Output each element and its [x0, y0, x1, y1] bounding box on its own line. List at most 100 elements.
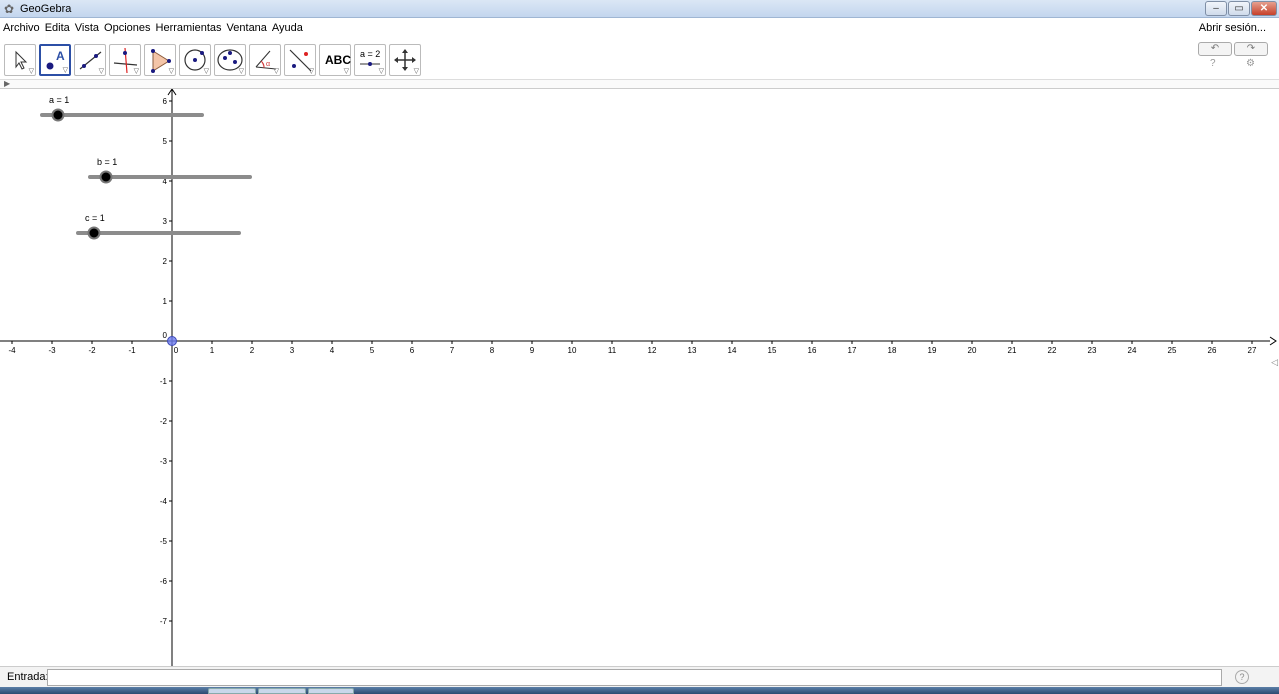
taskbar-item[interactable]	[258, 688, 306, 694]
y-tick-label: 2	[163, 257, 168, 266]
move-tool[interactable]: ▽	[4, 44, 36, 76]
y-tick-label: -1	[160, 377, 168, 386]
coordinate-plane[interactable]: -4 -3 -2 -1 0 1 2 3 4 5 6 7 8 9 10 11 12 13 14 15 16 17 18 19 20…	[0, 89, 1279, 666]
view-dock-bar[interactable]: ▶	[0, 79, 1279, 89]
point-tool[interactable]: A ▽	[39, 44, 71, 76]
y-tick-label: -4	[160, 497, 168, 506]
x-tick-label: 5	[370, 346, 375, 355]
x-tick-label: 18	[888, 346, 897, 355]
x-tick-label: 9	[530, 346, 535, 355]
toolbar: ▽ A ▽ ▽ ▽ ▽ ▽ ▽ α ▽ ▽ ABC ▽ a = 2 ▽ ▽ ↶ ↷ ?…	[0, 38, 1279, 80]
input-field[interactable]	[47, 669, 1222, 686]
graphics-view[interactable]: -4 -3 -2 -1 0 1 2 3 4 5 6 7 8 9 10 11 12 13 14 15 16 17 18 19 20…	[0, 89, 1279, 666]
x-tick-label: 22	[1048, 346, 1057, 355]
x-tick-label: 24	[1128, 346, 1137, 355]
x-axis-arrow-icon	[1269, 336, 1277, 346]
dock-arrow-icon: ▶	[4, 79, 11, 88]
slider-knob[interactable]	[51, 108, 65, 122]
menu-ayuda[interactable]: Ayuda	[272, 19, 303, 38]
y-tick-label: 5	[163, 137, 168, 146]
input-help-icon[interactable]: ?	[1235, 670, 1249, 684]
close-button[interactable]: ✕	[1251, 1, 1277, 16]
input-bar: Entrada: ?	[0, 666, 1279, 687]
x-tick-label: 19	[928, 346, 937, 355]
x-tick-label: 20	[968, 346, 977, 355]
svg-text:A: A	[56, 49, 65, 63]
x-tick-label: 27	[1248, 346, 1257, 355]
x-tick-label: 21	[1008, 346, 1017, 355]
settings-icon[interactable]: ⚙	[1246, 58, 1255, 69]
menu-opciones[interactable]: Opciones	[104, 19, 150, 38]
circle-tool[interactable]: ▽	[179, 44, 211, 76]
input-label: Entrada:	[7, 671, 49, 683]
ellipse-tool[interactable]: ▽	[214, 44, 246, 76]
x-tick-label: 2	[250, 346, 255, 355]
slider-label: a = 1	[49, 95, 69, 105]
slider-knob[interactable]	[99, 170, 113, 184]
help-icon[interactable]: ?	[1210, 58, 1216, 69]
x-tick-label: 3	[290, 346, 295, 355]
perpendicular-tool[interactable]: ▽	[109, 44, 141, 76]
y-tick-label: 6	[163, 97, 168, 106]
origin-point[interactable]	[167, 336, 177, 346]
x-tick-label: 25	[1168, 346, 1177, 355]
y-tick-label: -5	[160, 537, 168, 546]
x-tick-label: 14	[728, 346, 737, 355]
minimize-button[interactable]: –	[1205, 1, 1227, 16]
slider-b[interactable]: b = 1	[88, 157, 252, 184]
y-tick-label: -6	[160, 577, 168, 586]
taskbar	[0, 687, 1279, 694]
x-tick-label: 6	[410, 346, 415, 355]
x-tick-label: -2	[88, 346, 96, 355]
y-tick-label: 0	[163, 331, 168, 340]
x-tick-label: 8	[490, 346, 495, 355]
menu-archivo[interactable]: Archivo	[3, 19, 40, 38]
text-icon: ABC	[325, 53, 351, 67]
x-tick-label: 17	[848, 346, 857, 355]
menu-bar: Archivo Edita Vista Opciones Herramienta…	[0, 19, 1279, 38]
svg-text:α: α	[266, 61, 270, 68]
x-tick-label: 26	[1208, 346, 1217, 355]
polygon-tool[interactable]: ▽	[144, 44, 176, 76]
menu-edita[interactable]: Edita	[45, 19, 70, 38]
x-tick-label: 12	[648, 346, 657, 355]
y-tick-label: -7	[160, 617, 168, 626]
x-tick-label: 13	[688, 346, 697, 355]
x-tick-label: 16	[808, 346, 817, 355]
x-tick-label: 4	[330, 346, 335, 355]
y-tick-label: -2	[160, 417, 168, 426]
move-graphics-tool[interactable]: ▽	[389, 44, 421, 76]
title-bar: ✿ GeoGebra – ▭ ✕	[0, 0, 1279, 18]
x-tick-label: -4	[8, 346, 16, 355]
taskbar-item[interactable]	[208, 688, 256, 694]
menu-ventana[interactable]: Ventana	[227, 19, 267, 38]
slider-c[interactable]: c = 1	[76, 213, 241, 240]
angle-tool[interactable]: α ▽	[249, 44, 281, 76]
text-tool[interactable]: ABC ▽	[319, 44, 351, 76]
slider-a[interactable]: a = 1	[40, 95, 204, 122]
x-tick-label: 23	[1088, 346, 1097, 355]
side-panel-arrow-icon[interactable]: ◁	[1271, 357, 1278, 368]
slider-knob[interactable]	[87, 226, 101, 240]
line-tool[interactable]: ▽	[74, 44, 106, 76]
window-title: GeoGebra	[20, 3, 72, 15]
slider-tool[interactable]: a = 2 ▽	[354, 44, 386, 76]
taskbar-item[interactable]	[308, 688, 354, 694]
undo-button[interactable]: ↶	[1198, 42, 1232, 56]
y-tick-label: 3	[163, 217, 168, 226]
reflect-tool[interactable]: ▽	[284, 44, 316, 76]
x-tick-label: 11	[608, 346, 617, 355]
slider-label: b = 1	[97, 157, 117, 167]
x-tick-label: 15	[768, 346, 777, 355]
x-tick-label: 10	[568, 346, 577, 355]
x-tick-label: -3	[48, 346, 56, 355]
x-tick-label: 7	[450, 346, 455, 355]
restore-button[interactable]: ▭	[1228, 1, 1250, 16]
redo-button[interactable]: ↷	[1234, 42, 1268, 56]
menu-herramientas[interactable]: Herramientas	[156, 19, 222, 38]
menu-vista[interactable]: Vista	[75, 19, 99, 38]
slider-label: c = 1	[85, 213, 105, 223]
login-link[interactable]: Abrir sesión...	[1199, 19, 1266, 38]
x-tick-label: 0	[174, 346, 179, 355]
x-tick-label: 1	[210, 346, 215, 355]
